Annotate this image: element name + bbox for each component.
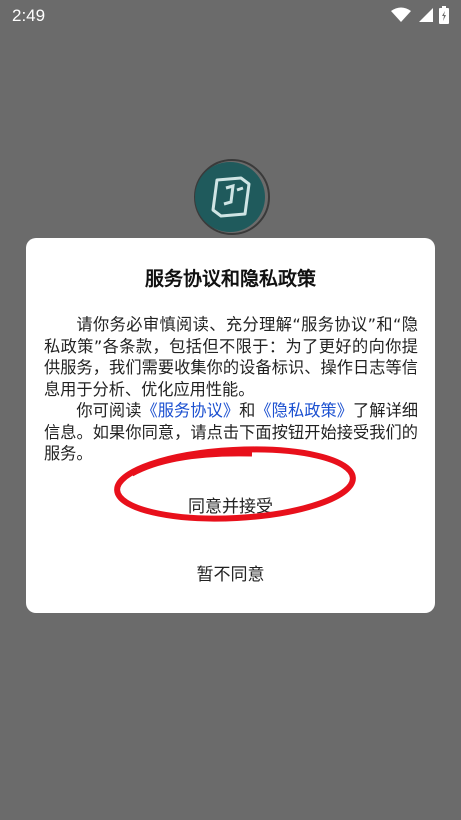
app-logo-icon <box>194 159 270 235</box>
signal-icon <box>419 8 433 22</box>
battery-icon <box>439 6 449 24</box>
dialog-paragraph-1: 请你务必审慎阅读、充分理解“服务协议”和“隐私政策”各条款，包括但不限于：为了更… <box>44 315 418 399</box>
privacy-policy-link[interactable]: 《隐私政策》 <box>255 401 353 420</box>
service-agreement-link[interactable]: 《服务协议》 <box>141 401 239 420</box>
wifi-icon <box>391 7 411 22</box>
privacy-dialog: 服务协议和隐私政策 请你务必审慎阅读、充分理解“服务协议”和“隐私政策”各条款，… <box>26 238 435 613</box>
paragraph-2-prefix: 你可阅读 <box>76 401 142 420</box>
status-icons <box>391 6 449 24</box>
paragraph-2-and: 和 <box>239 401 256 420</box>
agree-button[interactable]: 同意并接受 <box>26 492 435 517</box>
dialog-title: 服务协议和隐私政策 <box>144 268 316 290</box>
status-time: 2:49 <box>12 6 46 25</box>
status-bar: 2:49 <box>0 0 461 32</box>
dialog-body: 请你务必审慎阅读、充分理解“服务协议”和“隐私政策”各条款，包括但不限于：为了更… <box>44 314 418 465</box>
disagree-button[interactable]: 暂不同意 <box>26 560 435 585</box>
dialog-paragraph-2: 你可阅读《服务协议》和《隐私政策》了解详细信息。如果你同意，请点击下面按钮开始接… <box>44 400 418 465</box>
